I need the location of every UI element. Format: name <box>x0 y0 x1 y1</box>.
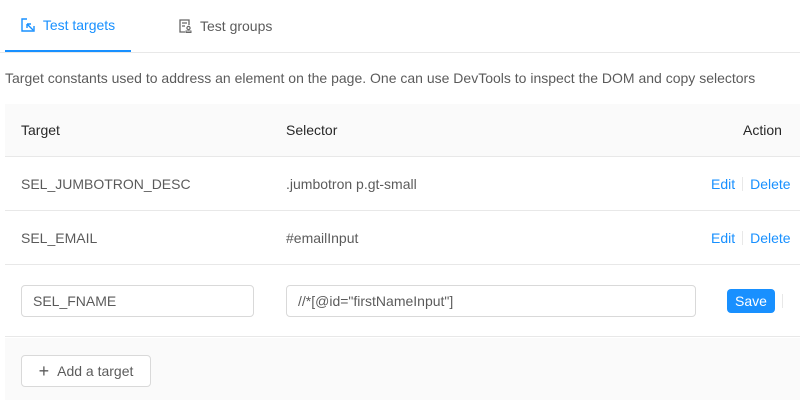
target-input[interactable] <box>21 284 254 317</box>
action-cell: Edit Delete <box>711 157 791 210</box>
select-icon <box>21 18 35 32</box>
selector-cell: #emailInput <box>286 229 359 246</box>
plus-icon: + <box>38 361 50 381</box>
header-target: Target <box>21 122 60 138</box>
header-selector: Selector <box>286 122 338 138</box>
target-cell: SEL_JUMBOTRON_DESC <box>21 175 191 192</box>
table-row: SEL_JUMBOTRON_DESC .jumbotron p.gt-small… <box>5 157 800 211</box>
selector-cell: .jumbotron p.gt-small <box>286 175 417 192</box>
delete-link[interactable]: Delete <box>750 230 790 246</box>
tab-label: Test targets <box>42 17 116 33</box>
table-footer: + Add a target <box>5 338 800 400</box>
edit-link[interactable]: Edit <box>711 230 735 246</box>
table-row: SEL_EMAIL #emailInput Edit Delete <box>5 211 800 265</box>
delete-link[interactable]: Delete <box>750 176 790 192</box>
save-button[interactable]: Save <box>727 288 775 313</box>
tab-label: Test groups <box>200 18 273 34</box>
add-target-label: Add a target <box>57 363 134 379</box>
tab-test-groups[interactable]: Test groups <box>178 0 272 52</box>
selector-input[interactable] <box>286 284 696 317</box>
tab-bar: Test targets Test groups <box>0 0 800 53</box>
table-header: Target Selector Action <box>5 104 800 157</box>
target-cell: SEL_EMAIL <box>21 229 98 246</box>
page-description: Target constants used to address an elem… <box>5 70 756 86</box>
action-cell: Edit Delete <box>711 211 791 264</box>
profile-icon <box>179 19 192 33</box>
divider <box>742 230 744 245</box>
edit-link[interactable]: Edit <box>711 176 735 192</box>
add-target-button[interactable]: + Add a target <box>21 355 151 387</box>
tab-test-targets[interactable]: Test targets <box>5 0 131 52</box>
header-action: Action <box>743 122 782 138</box>
divider <box>781 293 783 308</box>
divider <box>742 176 744 191</box>
table-row-editing: Save <box>5 265 800 337</box>
targets-table: Target Selector Action SEL_JUMBOTRON_DES… <box>5 104 800 337</box>
